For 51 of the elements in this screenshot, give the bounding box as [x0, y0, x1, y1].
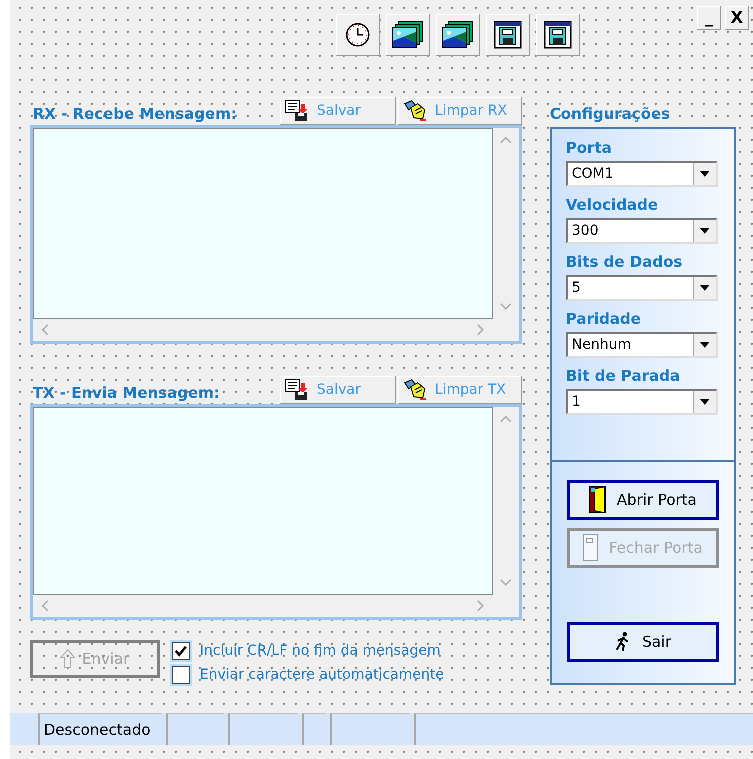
- dropdown-field[interactable]: Nenhum: [566, 332, 718, 358]
- field-label: Velocidade: [566, 195, 660, 214]
- dropdown-arrow-icon: [700, 399, 710, 405]
- status-panel: [166, 713, 224, 745]
- toolbar-button[interactable]: [386, 14, 430, 56]
- exit-button[interactable]: Sair: [567, 622, 719, 662]
- section-title: TX - Envia Mensagem:: [32, 384, 222, 404]
- field-label: Porta: [566, 138, 613, 157]
- clock-icon: [345, 22, 371, 48]
- field-label: Bits de Dados: [566, 252, 684, 271]
- dropdown-arrow-icon: [700, 342, 710, 348]
- dropdown-arrow-icon: [700, 171, 710, 177]
- toolbar-button[interactable]: [336, 14, 380, 56]
- status-panel: [228, 713, 298, 745]
- dropdown-field[interactable]: COM1: [566, 161, 718, 187]
- status-panel: [302, 713, 326, 745]
- toolbar-button[interactable]: [486, 14, 530, 56]
- scroll-right-icon: [477, 324, 485, 336]
- scroll-down-icon: [500, 579, 512, 587]
- save-icon: [285, 379, 311, 401]
- open-door-icon: [589, 486, 607, 514]
- scroll-up-icon: [500, 136, 512, 144]
- dropdown-arrow-icon: [700, 228, 710, 234]
- section-title: RX - Recebe Mensagem:: [32, 105, 238, 125]
- dropdown-field[interactable]: 300: [566, 218, 718, 244]
- dropdown-field[interactable]: 5: [566, 275, 718, 301]
- up-arrow-icon: [60, 649, 76, 669]
- save-icon: [285, 100, 311, 122]
- toolbar-button[interactable]: [536, 14, 580, 56]
- checkbox-label: Incluir CR/LF no fim da mensagem: [200, 643, 441, 659]
- field-label: Paridade: [566, 309, 642, 328]
- dropdown-field[interactable]: 1: [566, 389, 718, 415]
- scroll-left-icon: [41, 324, 49, 336]
- scroll-right-icon: [477, 600, 485, 612]
- close-button[interactable]: X: [725, 6, 749, 30]
- field-label: Bit de Parada: [566, 366, 682, 385]
- checkbox-label: Enviar caractere automaticamente: [200, 667, 444, 683]
- scroll-left-icon: [41, 600, 49, 612]
- minimize-button[interactable]: _: [697, 6, 721, 30]
- pictures-icon: [442, 21, 474, 49]
- scroll-up-icon: [500, 415, 512, 423]
- checkbox[interactable]: [172, 642, 190, 660]
- pictures-icon: [392, 21, 424, 49]
- checkbox[interactable]: [172, 666, 190, 684]
- toolbar-button[interactable]: [436, 14, 480, 56]
- open-port-button[interactable]: Abrir Porta: [567, 480, 719, 520]
- scroll-down-icon: [500, 303, 512, 311]
- section-title: Configurações: [550, 104, 672, 123]
- door-icon: [583, 534, 600, 562]
- status-text: Desconectado: [38, 713, 162, 745]
- dropdown-arrow-icon: [700, 285, 710, 291]
